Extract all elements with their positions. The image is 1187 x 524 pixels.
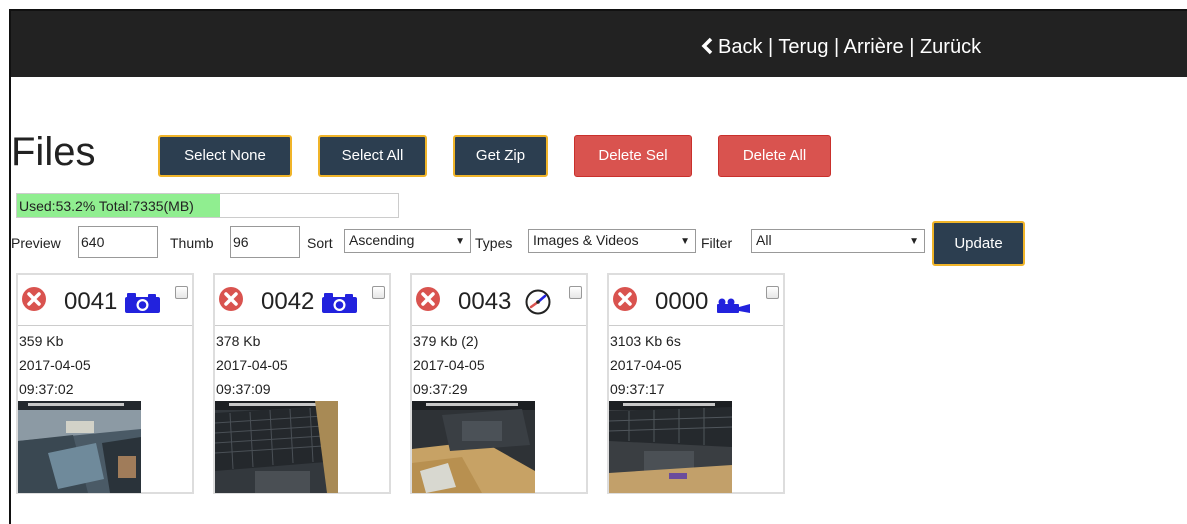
get-zip-button[interactable]: Get Zip [453,135,548,177]
filter-label: Filter [701,235,733,251]
file-card-header: 0041 [18,275,192,326]
sort-select[interactable]: Ascending ▼ [344,229,471,253]
types-select[interactable]: Images & Videos ▼ [528,229,696,253]
file-date: 2017-04-05 [610,357,682,373]
page-title: Files [11,130,96,174]
dropdown-arrow-icon: ▼ [909,236,919,247]
file-date: 2017-04-05 [216,357,288,373]
dropdown-arrow-icon: ▼ [455,236,465,247]
file-card-header: 0000 [609,275,783,326]
camera-icon [125,293,160,313]
file-size: 379 Kb (2) [413,333,479,349]
top-navbar [11,11,1187,77]
select-none-button[interactable]: Select None [158,135,292,177]
thumb-size-input[interactable] [230,226,300,258]
file-thumbnail[interactable] [215,401,338,493]
select-checkbox[interactable] [175,286,188,299]
file-card: 0041 359 Kb 2017-04-05 09:37:02 [16,273,194,494]
file-time: 09:37:02 [19,381,74,397]
file-card: 0042 378 Kb 2017-04-05 09:37:09 [213,273,391,494]
back-link[interactable]: Back | Terug | Arrière | Zurück [700,36,981,58]
video-camera-icon [717,298,750,313]
delete-icon[interactable] [415,286,441,312]
back-link-label: Back | Terug | Arrière | Zurück [718,36,982,58]
delete-all-button[interactable]: Delete All [718,135,831,177]
select-checkbox[interactable] [766,286,779,299]
dropdown-arrow-icon: ▼ [680,236,690,247]
select-checkbox[interactable] [569,286,582,299]
file-number: 0000 [655,288,709,315]
camera-icon [322,293,357,313]
file-thumbnail[interactable] [18,401,141,493]
file-card: 0043 379 Kb (2) 2017-04-05 09:37:29 [410,273,588,494]
file-card-header: 0042 [215,275,389,326]
preview-size-input[interactable] [78,226,158,258]
delete-icon[interactable] [612,286,638,312]
select-all-button[interactable]: Select All [318,135,427,177]
types-select-value: Images & Videos [533,232,639,248]
select-checkbox[interactable] [372,286,385,299]
delete-selected-button[interactable]: Delete Sel [574,135,692,177]
file-date: 2017-04-05 [413,357,485,373]
filter-select[interactable]: All ▼ [751,229,925,253]
update-button[interactable]: Update [932,221,1025,266]
file-thumbnail[interactable] [609,401,732,493]
file-size: 359 Kb [19,333,64,349]
delete-icon[interactable] [218,286,244,312]
file-number: 0043 [458,288,512,315]
delete-icon[interactable] [21,286,47,312]
timelapse-icon [525,289,551,315]
file-card-header: 0043 [412,275,586,326]
sort-select-value: Ascending [349,232,415,248]
file-thumbnail[interactable] [412,401,535,493]
filter-select-value: All [756,232,772,248]
chevron-left-icon [701,37,713,55]
file-number: 0042 [261,288,315,315]
storage-usage-label: Used:53.2% Total:7335(MB) [19,198,194,214]
file-time: 09:37:17 [610,381,665,397]
storage-usage-bar: Used:53.2% Total:7335(MB) [16,193,399,218]
sort-label: Sort [307,235,333,251]
file-time: 09:37:29 [413,381,468,397]
file-number: 0041 [64,288,118,315]
preview-label: Preview [11,235,61,251]
file-card: 0000 3103 Kb 6s 2017-04-05 09:37:17 [607,273,785,494]
file-time: 09:37:09 [216,381,271,397]
thumb-label: Thumb [170,235,214,251]
file-size: 378 Kb [216,333,261,349]
file-date: 2017-04-05 [19,357,91,373]
types-label: Types [475,235,513,251]
file-size: 3103 Kb 6s [610,333,681,349]
